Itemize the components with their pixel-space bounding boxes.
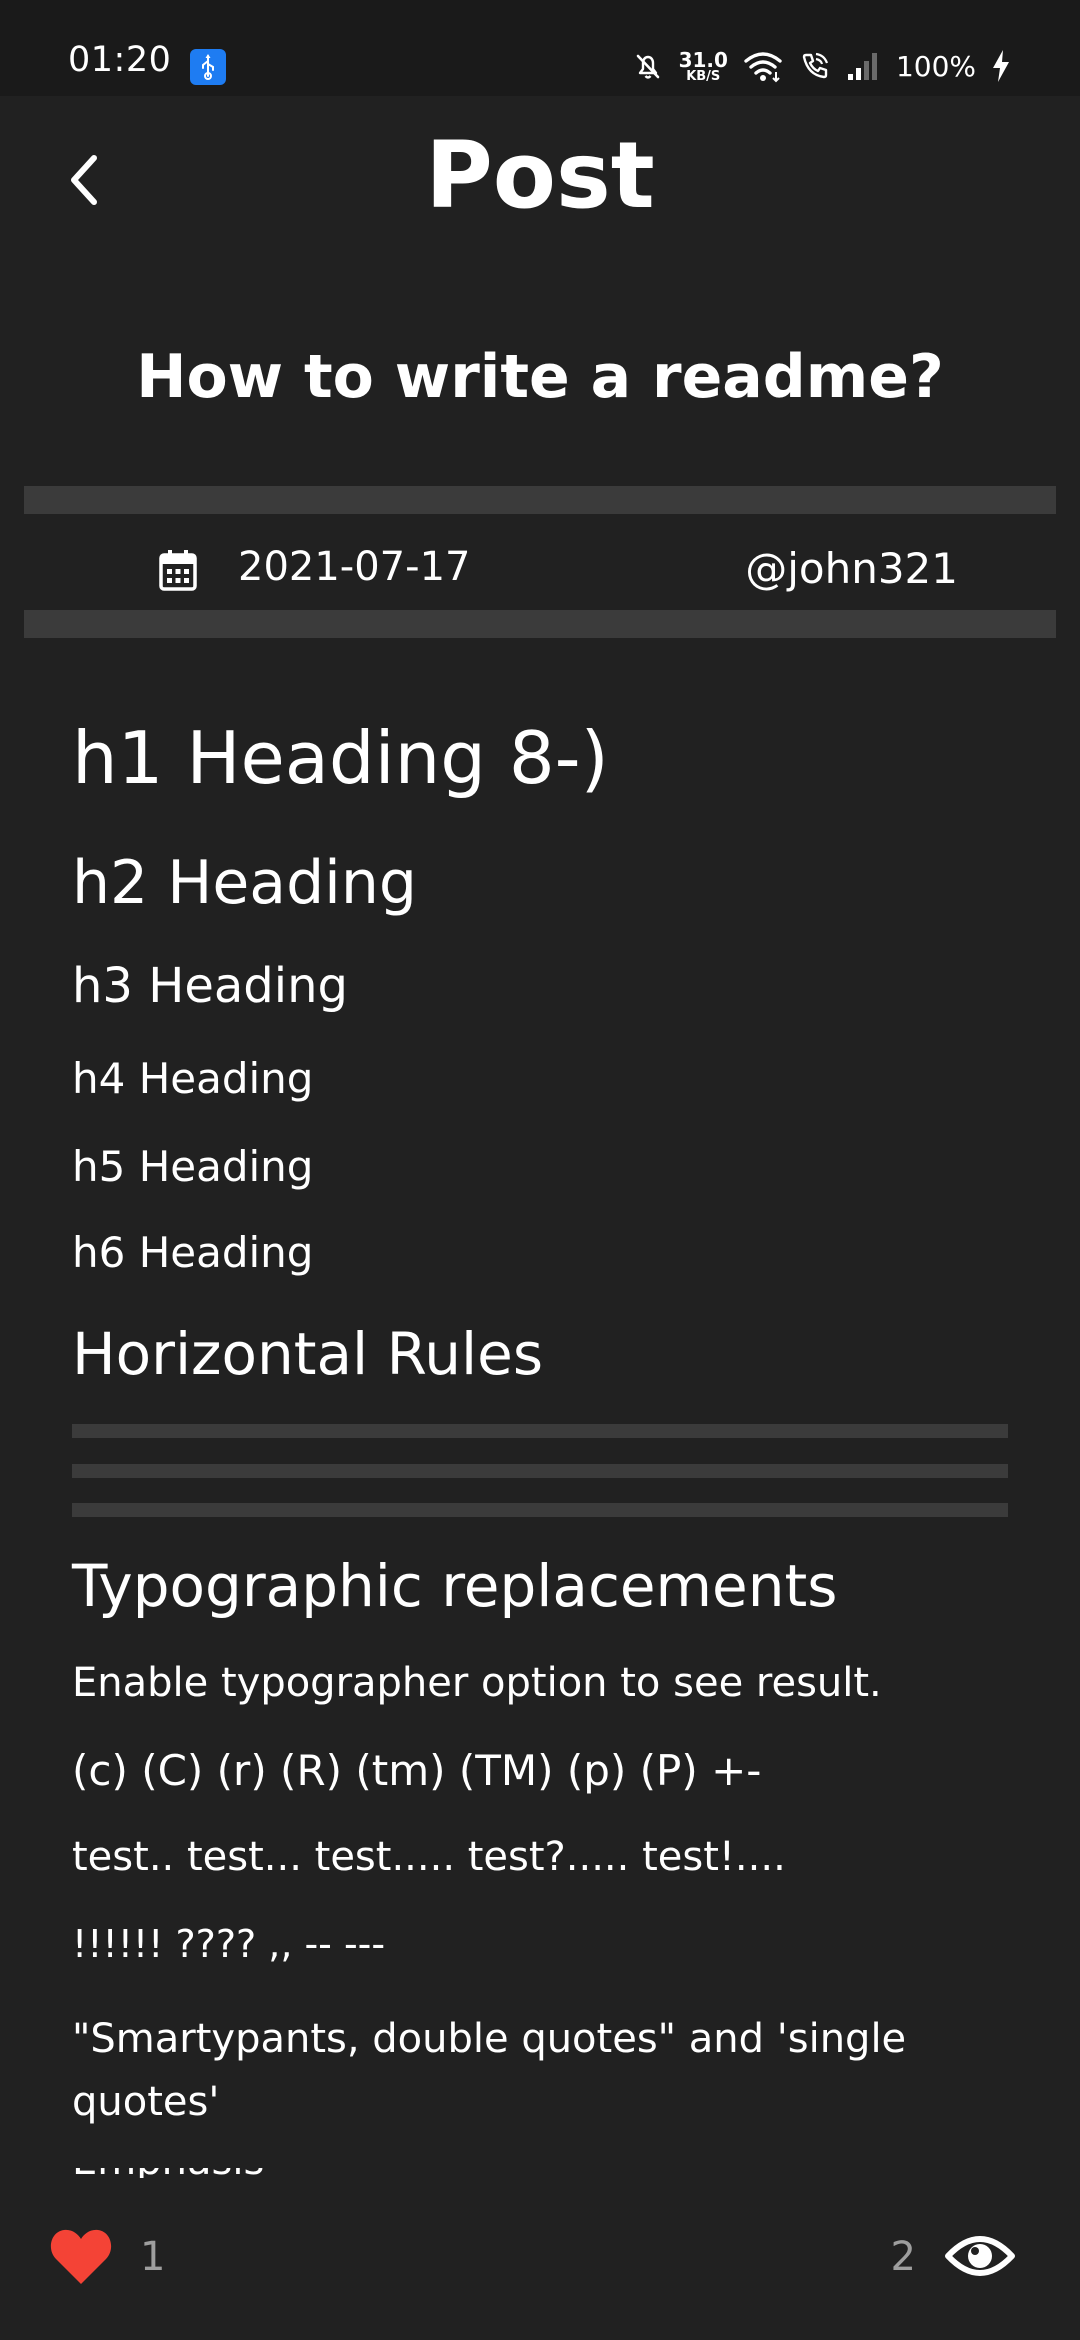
signal-icon — [847, 53, 877, 80]
meta-divider-top — [24, 486, 1056, 514]
battery-percent: 100% — [895, 49, 976, 83]
view-count: 2 — [890, 2234, 916, 2280]
wifi-icon — [744, 52, 782, 83]
horizontal-rule — [72, 1464, 1008, 1478]
typographic-heading: Typographic replacements — [72, 1552, 838, 1620]
horizontal-rule — [72, 1424, 1008, 1438]
mute-notifications-icon — [636, 54, 659, 79]
content-paragraph: !!!!!! ???? ,, -- --- — [72, 1922, 386, 1966]
post-date: 2021-07-17 — [238, 544, 471, 590]
status-bar: 01:20 31.0 KB/S 100% — [0, 0, 1080, 96]
content-h3: h3 Heading — [72, 958, 348, 1014]
content-paragraph: "Smartypants, double quotes" and 'single… — [72, 2016, 907, 2125]
content-paragraph: Enable typographer option to see result. — [72, 1660, 882, 1706]
status-icons: 31.0 KB/S 100% — [631, 44, 1012, 88]
charging-icon — [993, 50, 1009, 82]
content-h2: h2 Heading — [72, 848, 417, 918]
eye-icon[interactable] — [944, 2230, 1016, 2282]
horizontal-rules-heading: Horizontal Rules — [72, 1320, 544, 1388]
content-paragraph: (c) (C) (r) (R) (tm) (TM) (p) (P) +- — [72, 1746, 762, 1795]
heart-icon[interactable] — [48, 2226, 114, 2286]
post-author[interactable]: @john321 — [745, 544, 958, 593]
network-speed-value: 31.0 — [678, 47, 728, 72]
post-screen: 01:20 31.0 KB/S 100% Post How to write a… — [0, 0, 1080, 2340]
content-h6: h6 Heading — [72, 1228, 314, 1277]
meta-divider-bottom — [24, 610, 1056, 638]
network-speed: 31.0 KB/S — [679, 50, 728, 83]
status-time: 01:20 — [68, 40, 172, 80]
calendar-icon — [159, 550, 197, 591]
like-count: 1 — [140, 2234, 166, 2280]
usb-icon — [190, 49, 226, 85]
content-paragraph: test.. test... test..... test?..... test… — [72, 1834, 786, 1880]
content-h5: h5 Heading — [72, 1142, 314, 1191]
network-speed-unit: KB/S — [686, 68, 721, 84]
wifi-calling-icon — [802, 52, 828, 79]
post-title: How to write a readme? — [136, 342, 944, 412]
horizontal-rule — [72, 1503, 1008, 1517]
content-h4: h4 Heading — [72, 1054, 314, 1103]
content-h1: h1 Heading 8-) — [72, 716, 609, 800]
page-title: Post — [425, 122, 655, 229]
